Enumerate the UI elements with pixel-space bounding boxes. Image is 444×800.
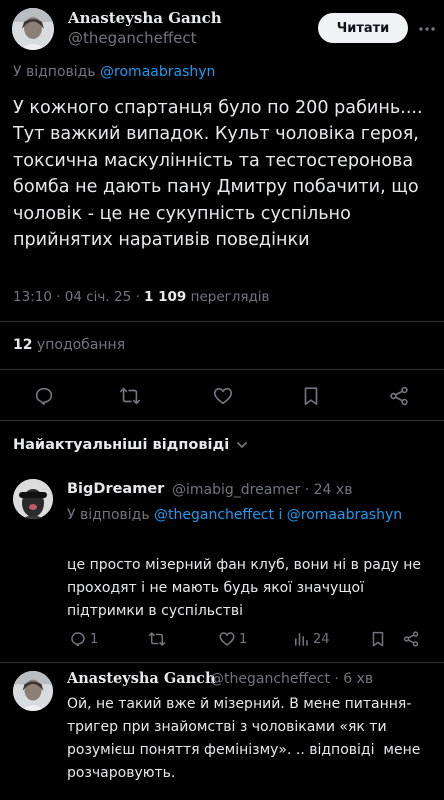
tweet-header: Anasteysha Ganch @thegancheffect Читати xyxy=(0,0,444,60)
replies-sort-selector[interactable]: Найактуальніші відповіді xyxy=(13,437,249,453)
reply-views-button[interactable]: 24 xyxy=(292,630,330,648)
reply-to-line: У відповідь @romaabrashyn xyxy=(13,64,215,80)
reply-to-mention[interactable]: @romaabrashyn xyxy=(100,64,215,80)
reply-icon[interactable] xyxy=(33,385,55,407)
views-count: 1 109 xyxy=(144,289,187,305)
retweet-icon[interactable] xyxy=(119,385,141,407)
reply-avatar[interactable] xyxy=(13,671,53,711)
reply-retweet-button[interactable] xyxy=(148,630,166,648)
share-icon xyxy=(402,630,420,648)
retweet-icon xyxy=(148,630,166,648)
author-handle[interactable]: @thegancheffect xyxy=(68,29,197,47)
likes-label: уподобання xyxy=(32,337,126,353)
share-icon[interactable] xyxy=(388,385,410,407)
reply-like-button[interactable]: 1 xyxy=(218,630,247,648)
likes-count: 12 xyxy=(13,337,33,353)
reply-to-line: У відповідь @thegancheffect і @romaabras… xyxy=(67,504,427,526)
view-count: 24 xyxy=(313,631,330,647)
reply-author-handle[interactable]: @imabig_dreamer · 24 хв xyxy=(172,482,352,498)
author-name[interactable]: Anasteysha Ganch xyxy=(68,9,222,27)
views-label: переглядів xyxy=(186,289,270,305)
tweet-meta: 13:10 · 04 січ. 25 · 1 109 переглядів xyxy=(13,289,270,305)
like-count: 1 xyxy=(239,631,248,647)
likes-summary[interactable]: 12 уподобання xyxy=(13,337,125,353)
reply-count: 1 xyxy=(90,631,99,647)
reply-to-mention[interactable]: @thegancheffect і @romaabrashyn xyxy=(154,507,402,523)
more-horizontal-icon[interactable] xyxy=(418,20,436,38)
reply-reply-button[interactable]: 1 xyxy=(69,630,98,648)
replies-sort-label: Найактуальніші відповіді xyxy=(13,437,230,453)
heart-icon xyxy=(218,630,236,648)
reply-prefix: У відповідь xyxy=(13,64,96,80)
reply-prefix: У відповідь xyxy=(67,507,150,523)
reply-share-button[interactable] xyxy=(402,630,420,648)
author-avatar[interactable] xyxy=(12,8,54,50)
follow-button[interactable]: Читати xyxy=(318,13,408,43)
tweet-timestamp[interactable]: 13:10 · 04 січ. 25 · xyxy=(13,289,144,305)
reply-text: Ой, не такий вже й мізерний. В мене пита… xyxy=(67,696,425,781)
bookmark-icon xyxy=(369,630,387,648)
reply-bookmark-button[interactable] xyxy=(369,630,387,648)
heart-icon[interactable] xyxy=(212,385,234,407)
bookmark-icon[interactable] xyxy=(300,385,322,407)
chevron-down-icon xyxy=(235,438,249,452)
tweet-text: У кожного спартанця було по 200 рабинь..… xyxy=(13,98,423,251)
reply-author-handle[interactable]: @thegancheffect · 6 хв xyxy=(210,671,373,687)
reply-icon xyxy=(69,630,87,648)
divider xyxy=(0,420,444,421)
reply-avatar[interactable] xyxy=(13,479,53,519)
reply-author-name[interactable]: Anasteysha Ganch xyxy=(67,670,216,687)
views-chart-icon xyxy=(292,630,310,648)
divider xyxy=(0,321,444,322)
reply-author-name[interactable]: BigDreamer xyxy=(67,481,164,497)
reply-text: це просто мізерний фан клуб, вони ні в р… xyxy=(67,557,426,619)
divider xyxy=(0,369,444,370)
divider xyxy=(0,662,444,663)
